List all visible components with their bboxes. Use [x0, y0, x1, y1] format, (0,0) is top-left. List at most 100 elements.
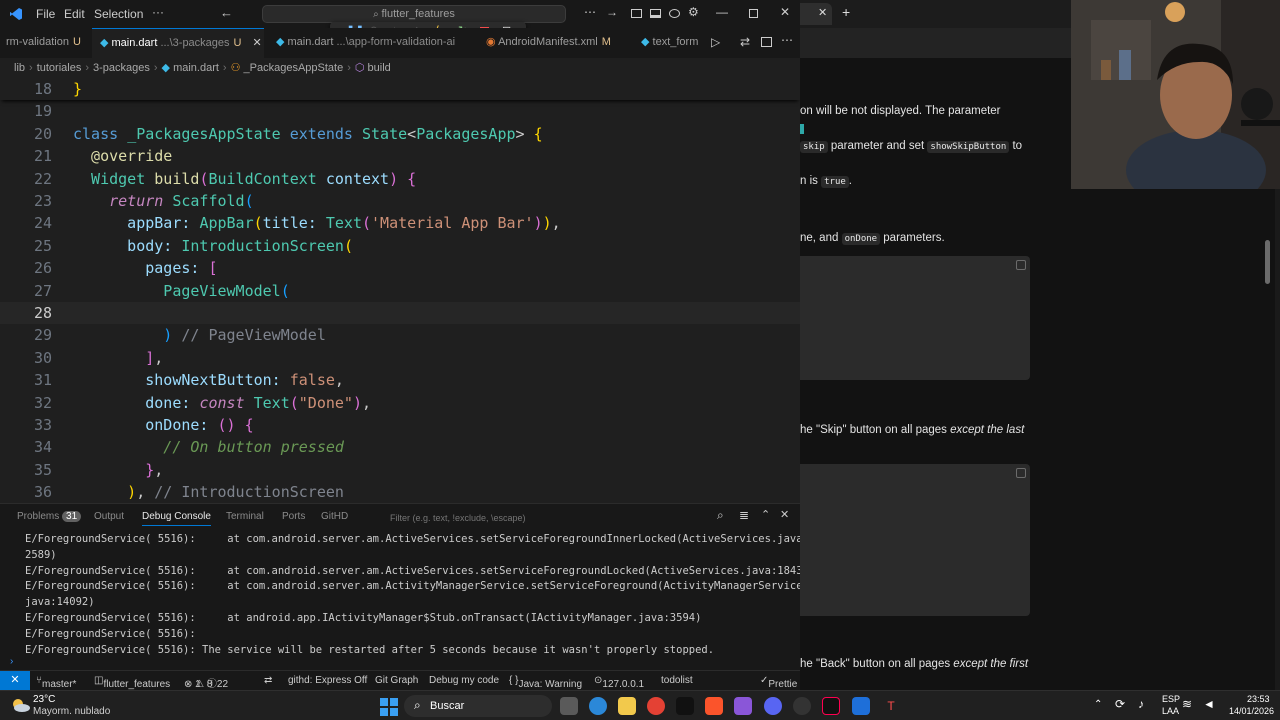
weather-icon[interactable]: [10, 697, 30, 713]
text-editor-icon[interactable]: T: [882, 697, 900, 715]
code-line[interactable]: 21 @override: [0, 145, 800, 167]
search-icon[interactable]: ⌕: [717, 508, 724, 523]
copy-icon[interactable]: [1016, 260, 1026, 270]
todolist-button[interactable]: todolist: [661, 675, 693, 686]
discord-icon[interactable]: [764, 697, 782, 715]
close-icon[interactable]: ✕: [780, 5, 790, 19]
keyboard-layout[interactable]: LAA: [1162, 706, 1179, 716]
toggle-sidebar-icon[interactable]: [631, 9, 642, 18]
clock-date[interactable]: 14/01/2026: [1229, 706, 1274, 716]
new-tab-icon[interactable]: +: [842, 4, 850, 20]
panel-tab-terminal[interactable]: Terminal: [226, 511, 264, 522]
console-filter-input[interactable]: [390, 509, 700, 526]
code-line[interactable]: 35 },: [0, 459, 800, 481]
tab-text-form[interactable]: ◆ text_form: [641, 28, 705, 58]
github-icon[interactable]: [676, 697, 694, 715]
remote-icon[interactable]: ✕: [0, 671, 30, 691]
scrollbar-thumb[interactable]: [1265, 240, 1270, 284]
prettier-status[interactable]: ✓ Prettie: [760, 675, 797, 690]
brave-icon[interactable]: [705, 697, 723, 715]
code-line[interactable]: 32 done: const Text("Done"),: [0, 392, 800, 414]
clock-time[interactable]: 23:53: [1247, 694, 1270, 704]
ip-status[interactable]: ⊙ 127.0.0.1: [594, 675, 644, 690]
menu-selection[interactable]: Selection: [94, 7, 143, 21]
panel-tab-problems[interactable]: Problems 31: [17, 511, 82, 522]
volume-icon[interactable]: ◄: [1203, 697, 1215, 711]
console-prompt-icon[interactable]: ›: [10, 656, 13, 667]
git-graph-button[interactable]: Git Graph: [375, 675, 418, 686]
panel-tab-ports[interactable]: Ports: [282, 511, 305, 522]
code-line[interactable]: 29 ) // PageViewModel: [0, 324, 800, 346]
split-editor-icon[interactable]: [761, 37, 772, 47]
language-indicator[interactable]: ESP: [1162, 694, 1180, 704]
code-line[interactable]: 26 pages: [: [0, 257, 800, 279]
sync-icon[interactable]: ⇄: [264, 675, 272, 686]
show-hidden-icons[interactable]: ⌃: [1094, 699, 1102, 710]
project-indicator[interactable]: ◫ flutter_features: [94, 675, 170, 690]
copilot-icon[interactable]: [669, 9, 680, 18]
accounts-icon[interactable]: ⚙: [688, 5, 699, 19]
githd-status[interactable]: githd: Express Off: [288, 675, 367, 686]
toggle-panel-icon[interactable]: [650, 9, 661, 18]
debug-my-code-button[interactable]: Debug my code: [429, 675, 499, 686]
task-view-icon[interactable]: [560, 697, 578, 715]
back-arrow-icon[interactable]: ←: [220, 5, 233, 20]
file-explorer-icon[interactable]: [618, 697, 636, 715]
panel-tab-githd[interactable]: GitHD: [321, 511, 348, 522]
code-editor[interactable]: 18} 19 20 class _PackagesAppState extends S…: [0, 78, 800, 500]
tab-main-dart-packages[interactable]: ◆ main.dart ...\3-packages U ✕: [92, 28, 264, 58]
breadcrumb-file[interactable]: main.dart: [173, 62, 219, 74]
code-line[interactable]: 28: [0, 302, 800, 324]
minimize-icon[interactable]: —: [716, 5, 728, 19]
menu-edit[interactable]: Edit: [64, 7, 85, 21]
tiktok-icon[interactable]: [822, 697, 840, 715]
problems-indicator[interactable]: ⊗ 1 ⚠ 8 ⓘ 22: [184, 675, 228, 690]
breadcrumb-lib[interactable]: lib: [14, 62, 25, 74]
wifi-icon[interactable]: ≋: [1182, 697, 1192, 711]
command-center-search[interactable]: ⌕ flutter_features: [262, 5, 566, 23]
copilot-app-icon[interactable]: [589, 697, 607, 715]
weather-temp[interactable]: 23°C: [33, 694, 55, 705]
vscode-app-icon[interactable]: [852, 697, 870, 715]
code-line[interactable]: 27 PageViewModel(: [0, 280, 800, 302]
breadcrumb-tutoriales[interactable]: tutoriales: [37, 62, 82, 74]
microphone-icon[interactable]: ♪: [1138, 697, 1144, 711]
tab-close-icon[interactable]: ✕: [253, 37, 262, 49]
code-line[interactable]: 19: [0, 100, 800, 122]
code-line[interactable]: 20 class _PackagesAppState extends State<…: [0, 123, 800, 145]
maximize-icon[interactable]: [749, 9, 758, 18]
chrome-icon[interactable]: [647, 697, 665, 715]
more-actions-icon[interactable]: ⋯: [584, 5, 596, 19]
windows-start-icon[interactable]: [380, 698, 398, 716]
tab-android-manifest[interactable]: ◉ AndroidManifest.xml M: [486, 28, 616, 58]
code-line[interactable]: 25 body: IntroductionScreen(: [0, 235, 800, 257]
code-line[interactable]: 36 ), // IntroductionScreen: [0, 481, 800, 500]
clear-console-icon[interactable]: ≣: [739, 508, 749, 522]
forward-arrow-icon[interactable]: →: [606, 5, 618, 19]
code-line[interactable]: 34 // On button pressed: [0, 436, 800, 458]
code-line[interactable]: 30 ],: [0, 347, 800, 369]
maximize-panel-icon[interactable]: ⌃: [761, 508, 770, 521]
panel-tab-debug-console[interactable]: Debug Console: [142, 511, 211, 526]
tab-close-icon[interactable]: ✕: [818, 6, 827, 19]
menu-more-icon[interactable]: ···: [152, 5, 164, 19]
copy-icon[interactable]: [1016, 468, 1026, 478]
branch-indicator[interactable]: ⑂ master*: [36, 675, 76, 690]
code-line[interactable]: 33 onDone: () {: [0, 414, 800, 436]
close-panel-icon[interactable]: ✕: [780, 508, 789, 521]
code-line[interactable]: 24 appBar: AppBar(title: Text('Material …: [0, 212, 800, 234]
java-status[interactable]: { } Java: Warning: [509, 675, 582, 690]
code-line[interactable]: 22 Widget build(BuildContext context) {: [0, 168, 800, 190]
run-icon[interactable]: ▷: [711, 35, 720, 49]
editor-more-icon[interactable]: ⋯: [781, 33, 793, 47]
tab-main-dart-validation[interactable]: ◆ main.dart ...\app-form-validation-aiU: [270, 28, 458, 58]
menu-file[interactable]: File: [36, 7, 55, 21]
weather-desc[interactable]: Mayorm. nublado: [33, 706, 110, 717]
code-line[interactable]: 18}: [0, 78, 800, 100]
breadcrumb-method[interactable]: build: [368, 62, 391, 74]
compare-icon[interactable]: ⇄: [740, 35, 750, 49]
network-icon[interactable]: ⟳: [1115, 697, 1125, 711]
breadcrumb-class[interactable]: _PackagesAppState: [244, 62, 344, 74]
breadcrumb-packages[interactable]: 3-packages: [93, 62, 150, 74]
code-line[interactable]: 23 return Scaffold(: [0, 190, 800, 212]
